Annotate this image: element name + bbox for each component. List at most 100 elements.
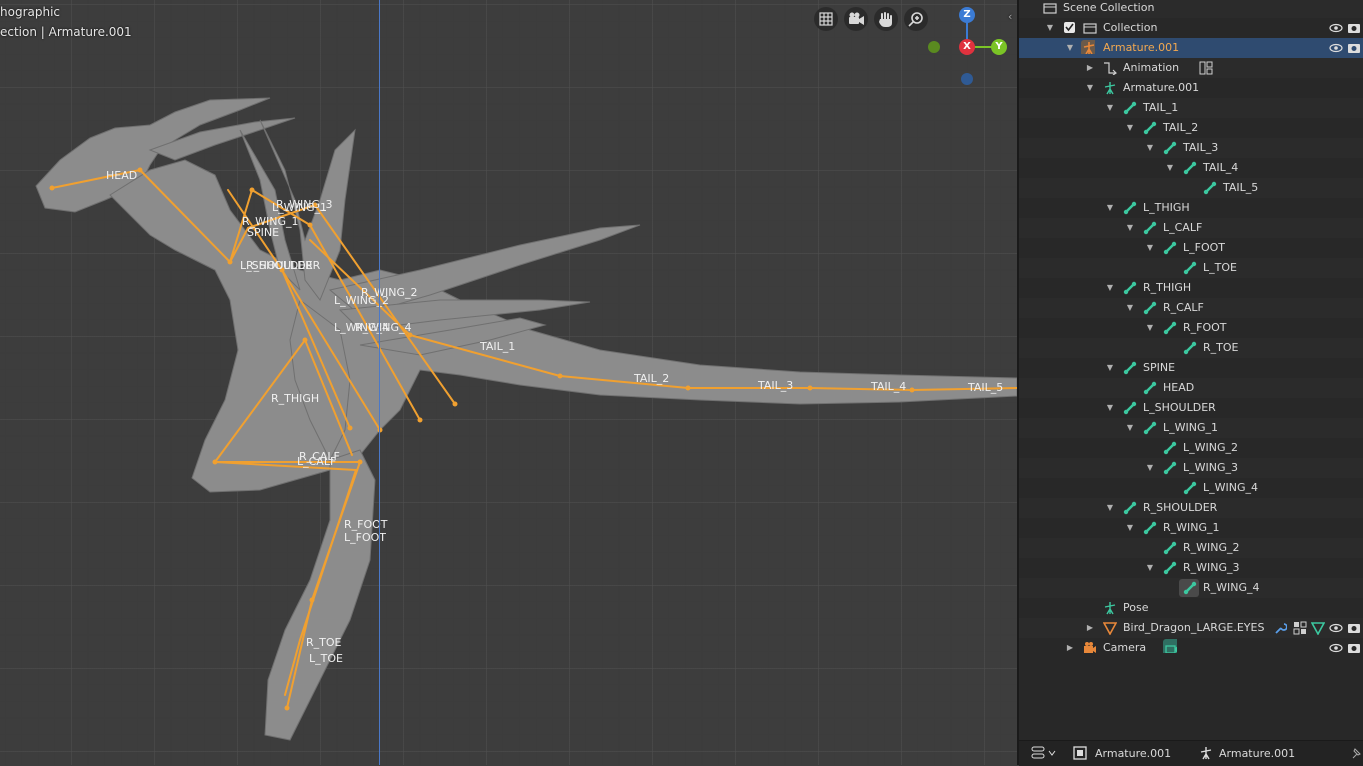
expand-arrow-icon[interactable]: ▼	[1125, 298, 1135, 318]
outliner-row-bone[interactable]: R_WING_2	[1019, 538, 1363, 558]
outliner-row-bone[interactable]: ▼ L_WING_1	[1019, 418, 1363, 438]
armature-data-icon	[1104, 82, 1116, 95]
eye-icon[interactable]	[1329, 621, 1343, 635]
outliner-row-bone[interactable]: ▼ R_THIGH	[1019, 278, 1363, 298]
vertex-groups-icon[interactable]	[1293, 621, 1307, 635]
outliner-row-mesh-object[interactable]: ▶ Bird_Dragon_LARGE.EYES	[1019, 618, 1363, 638]
outliner-row-armature-object[interactable]: ▼ Armature.001	[1019, 38, 1363, 58]
outliner-row-bone[interactable]: ▼ TAIL_2	[1019, 118, 1363, 138]
outliner-row-bone[interactable]: L_TOE	[1019, 258, 1363, 278]
eye-icon[interactable]	[1329, 21, 1343, 35]
render-camera-icon[interactable]	[1347, 21, 1361, 35]
editor-type-icon[interactable]	[1031, 746, 1059, 760]
outliner-row-label: L_SHOULDER	[1143, 401, 1216, 414]
outliner-row-scene-collection[interactable]: Scene Collection	[1019, 0, 1363, 18]
expand-arrow-icon[interactable]: ▼	[1145, 458, 1155, 478]
render-camera-icon[interactable]	[1347, 641, 1361, 655]
expand-arrow-icon[interactable]: ▼	[1125, 518, 1135, 538]
render-camera-icon[interactable]	[1347, 41, 1361, 55]
outliner-row-bone[interactable]: ▼ L_THIGH	[1019, 198, 1363, 218]
bone-label-l-wing-2: L_WING_2	[334, 294, 389, 307]
outliner-row-camera[interactable]: ▶ Camera	[1019, 638, 1363, 658]
bone-icon	[1183, 341, 1197, 355]
outliner-row-label: L_WING_4	[1203, 481, 1258, 494]
grid-icon[interactable]	[814, 7, 838, 31]
outliner-row-collection[interactable]: ▼ Collection	[1019, 18, 1363, 38]
outliner-row-animation[interactable]: ▶ Animation	[1019, 58, 1363, 78]
3d-viewport[interactable]: HEAD R_WING_3 L_WING_1 R_WING_1 SPINE L_…	[0, 0, 1017, 765]
hand-icon[interactable]	[874, 7, 898, 31]
bone-icon	[1123, 501, 1137, 515]
bone-icon	[1183, 261, 1197, 275]
mesh-icon	[1103, 622, 1117, 635]
gizmo-x-axis[interactable]: X	[959, 39, 975, 55]
bone-icon	[1163, 141, 1177, 155]
outliner-row-bone[interactable]: ▼ L_SHOULDER	[1019, 398, 1363, 418]
expand-arrow-icon[interactable]: ▼	[1125, 218, 1135, 238]
outliner-row-armature-data[interactable]: ▼ Armature.001	[1019, 78, 1363, 98]
expand-arrow-icon[interactable]: ▼	[1145, 318, 1155, 338]
expand-arrow-icon[interactable]: ▼	[1145, 238, 1155, 258]
outliner-row-bone[interactable]: ▼ L_WING_3	[1019, 458, 1363, 478]
wrench-icon[interactable]	[1273, 621, 1287, 635]
gizmo-y-axis[interactable]: Y	[991, 39, 1007, 55]
collection-icon	[1043, 3, 1057, 14]
bone-icon	[1163, 241, 1177, 255]
outliner-row-bone[interactable]: ▼ L_FOOT	[1019, 238, 1363, 258]
camera-icon[interactable]	[844, 7, 868, 31]
bone-icon	[1163, 541, 1177, 555]
bone-icon	[1143, 521, 1157, 535]
expand-arrow-icon[interactable]: ▼	[1165, 158, 1175, 178]
expand-arrow-icon[interactable]: ▼	[1145, 138, 1155, 158]
outliner-row-label: R_CALF	[1163, 301, 1204, 314]
mesh-data-icon[interactable]	[1311, 621, 1325, 635]
outliner-row-bone[interactable]: ▼ TAIL_3	[1019, 138, 1363, 158]
expand-arrow-icon[interactable]: ▶	[1085, 58, 1095, 78]
outliner-row-bone[interactable]: ▼ R_FOOT	[1019, 318, 1363, 338]
outliner-row-bone[interactable]: ▼ R_CALF	[1019, 298, 1363, 318]
outliner-row-bone[interactable]: L_WING_4	[1019, 478, 1363, 498]
expand-arrow-icon[interactable]: ▼	[1105, 398, 1115, 418]
expand-arrow-icon[interactable]: ▼	[1105, 278, 1115, 298]
status-object-name: Armature.001	[1095, 747, 1172, 760]
outliner-row-bone[interactable]: ▼ L_CALF	[1019, 218, 1363, 238]
expand-arrow-icon[interactable]: ▼	[1125, 118, 1135, 138]
camera-data-icon[interactable]	[1163, 639, 1177, 653]
outliner-row-label: SPINE	[1143, 361, 1176, 374]
expand-arrow-icon[interactable]: ▼	[1105, 198, 1115, 218]
pin-icon[interactable]	[1349, 746, 1363, 760]
expand-arrow-icon[interactable]: ▼	[1105, 358, 1115, 378]
collapse-sidebar-icon[interactable]: ‹	[1008, 10, 1012, 23]
gizmo-z-axis[interactable]: Z	[959, 7, 975, 23]
camera-object-icon	[1084, 642, 1096, 653]
bone-icon	[1163, 461, 1177, 475]
outliner-row-bone[interactable]: L_WING_2	[1019, 438, 1363, 458]
expand-arrow-icon[interactable]: ▼	[1085, 78, 1095, 98]
outliner-row-bone[interactable]: ▼ R_WING_3	[1019, 558, 1363, 578]
eye-icon[interactable]	[1329, 641, 1343, 655]
outliner-row-bone[interactable]: HEAD	[1019, 378, 1363, 398]
expand-arrow-icon[interactable]: ▶	[1085, 618, 1095, 638]
expand-arrow-icon[interactable]: ▼	[1045, 18, 1055, 38]
expand-arrow-icon[interactable]: ▼	[1145, 558, 1155, 578]
expand-arrow-icon[interactable]: ▼	[1105, 498, 1115, 518]
outliner-row-bone[interactable]: R_TOE	[1019, 338, 1363, 358]
expand-arrow-icon[interactable]: ▶	[1065, 638, 1075, 658]
outliner-row-bone[interactable]: ▼ R_WING_1	[1019, 518, 1363, 538]
eye-icon[interactable]	[1329, 41, 1343, 55]
outliner-row-bone[interactable]: ▼ SPINE	[1019, 358, 1363, 378]
expand-arrow-icon[interactable]: ▼	[1125, 418, 1135, 438]
outliner-row-label: Pose	[1123, 601, 1149, 614]
outliner-row-label: Bird_Dragon_LARGE.EYES	[1123, 621, 1265, 634]
outliner-row-pose[interactable]: Pose	[1019, 598, 1363, 618]
outliner-row-bone[interactable]: ▼ TAIL_1	[1019, 98, 1363, 118]
outliner-row-bone-active[interactable]: R_WING_4	[1019, 578, 1363, 598]
outliner-row-bone[interactable]: ▼ R_SHOULDER	[1019, 498, 1363, 518]
expand-arrow-icon[interactable]: ▼	[1065, 38, 1075, 58]
checkbox-icon[interactable]	[1063, 21, 1077, 35]
expand-arrow-icon[interactable]: ▼	[1105, 98, 1115, 118]
pose-icon	[1104, 602, 1116, 615]
outliner-row-bone[interactable]: ▼ TAIL_4	[1019, 158, 1363, 178]
render-camera-icon[interactable]	[1347, 621, 1361, 635]
outliner-row-bone[interactable]: TAIL_5	[1019, 178, 1363, 198]
